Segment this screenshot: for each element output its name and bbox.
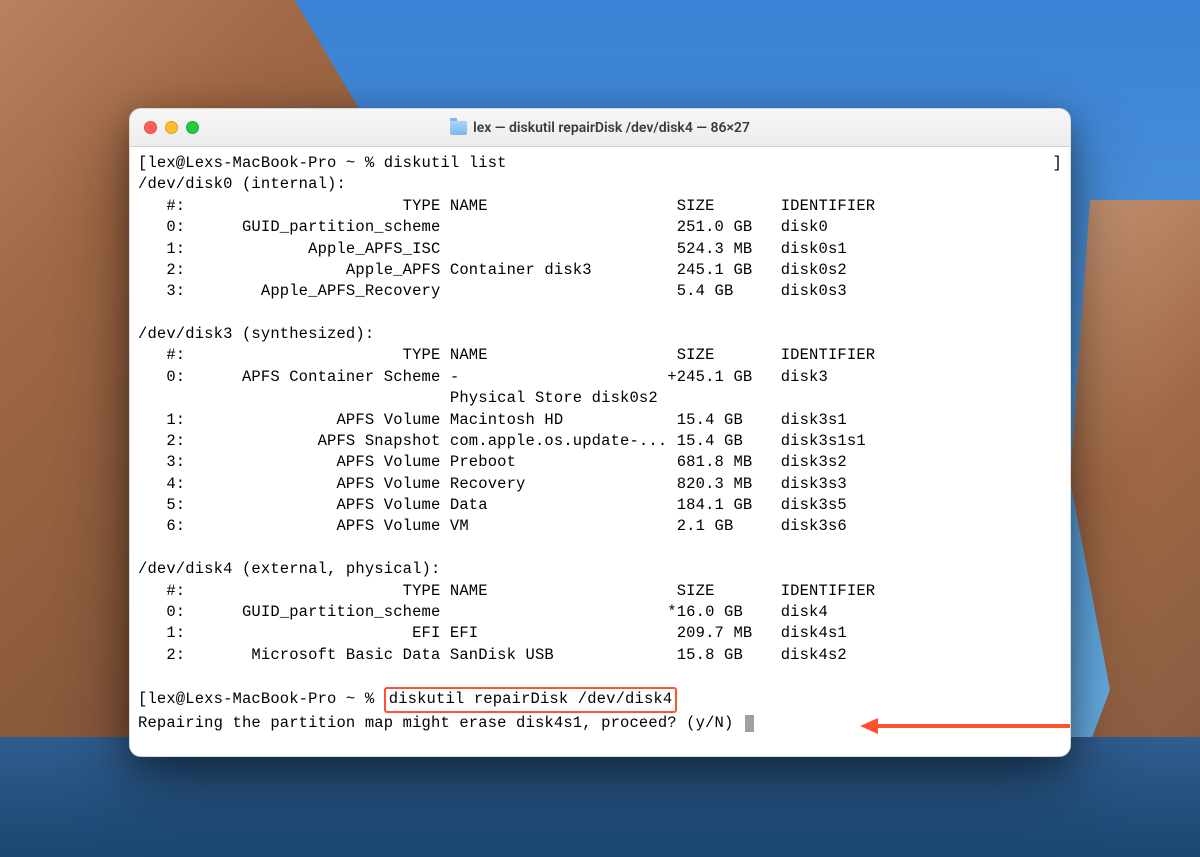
table-row: 0: GUID_partition_scheme 251.0 GB disk0 (138, 218, 828, 236)
table-row: 2: Microsoft Basic Data SanDisk USB 15.8… (138, 646, 847, 664)
table-row: 2: APFS Snapshot com.apple.os.update-...… (138, 432, 866, 450)
terminal-output[interactable]: [lex@Lexs-MacBook-Pro ~ % diskutil list]… (130, 147, 1070, 756)
confirm-prompt: Repairing the partition map might erase … (138, 714, 743, 732)
terminal-window[interactable]: lex — diskutil repairDisk /dev/disk4 — 8… (129, 108, 1071, 757)
traffic-lights (144, 121, 199, 134)
table-row: 5: APFS Volume Data 184.1 GB disk3s5 (138, 496, 847, 514)
table-row: 2: Apple_APFS Container disk3 245.1 GB d… (138, 261, 847, 279)
close-button[interactable] (144, 121, 157, 134)
window-title-text: lex — diskutil repairDisk /dev/disk4 — 8… (473, 120, 750, 136)
bracket-close: ] (1053, 153, 1062, 174)
table-row: 3: Apple_APFS_Recovery 5.4 GB disk0s3 (138, 282, 847, 300)
prompt-line: [lex@Lexs-MacBook-Pro ~ % diskutil repai… (138, 690, 677, 708)
table-row: 6: APFS Volume VM 2.1 GB disk3s6 (138, 517, 847, 535)
table-row: 1: EFI EFI 209.7 MB disk4s1 (138, 624, 847, 642)
table-row: 1: APFS Volume Macintosh HD 15.4 GB disk… (138, 411, 847, 429)
table-header: #: TYPE NAME SIZE IDENTIFIER (138, 346, 875, 364)
table-header: #: TYPE NAME SIZE IDENTIFIER (138, 197, 875, 215)
disk-header: /dev/disk0 (internal): (138, 175, 346, 193)
table-header: #: TYPE NAME SIZE IDENTIFIER (138, 582, 875, 600)
window-title: lex — diskutil repairDisk /dev/disk4 — 8… (450, 120, 750, 136)
table-row: 3: APFS Volume Preboot 681.8 MB disk3s2 (138, 453, 847, 471)
annotation-arrow-icon (860, 714, 1070, 738)
folder-icon (450, 121, 467, 135)
table-row: 0: APFS Container Scheme - +245.1 GB dis… (138, 368, 828, 386)
prompt-line: [lex@Lexs-MacBook-Pro ~ % diskutil list (138, 154, 507, 172)
disk-header: /dev/disk4 (external, physical): (138, 560, 440, 578)
disk-header: /dev/disk3 (synthesized): (138, 325, 374, 343)
highlighted-command: diskutil repairDisk /dev/disk4 (384, 687, 678, 712)
table-row: 4: APFS Volume Recovery 820.3 MB disk3s3 (138, 475, 847, 493)
table-row: 1: Apple_APFS_ISC 524.3 MB disk0s1 (138, 240, 847, 258)
cursor-icon (745, 715, 754, 732)
table-row: 0: GUID_partition_scheme *16.0 GB disk4 (138, 603, 828, 621)
minimize-button[interactable] (165, 121, 178, 134)
table-row: Physical Store disk0s2 (138, 389, 658, 407)
maximize-button[interactable] (186, 121, 199, 134)
window-title-bar[interactable]: lex — diskutil repairDisk /dev/disk4 — 8… (130, 109, 1070, 147)
